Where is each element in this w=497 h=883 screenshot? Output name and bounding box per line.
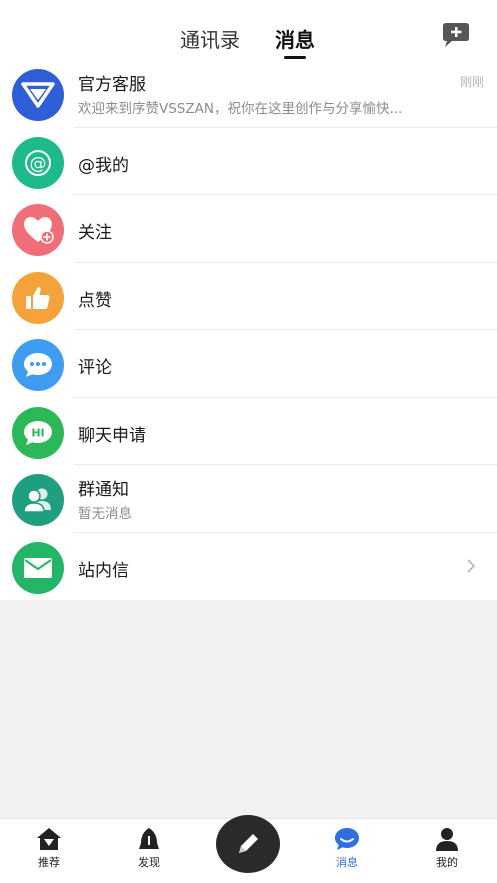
item-title: 群通知 <box>78 480 129 500</box>
list-item-mentions[interactable]: @ @我的 <box>0 128 497 195</box>
profile-icon <box>436 828 458 851</box>
message-icon <box>335 828 359 850</box>
item-title: 站内信 <box>78 560 129 581</box>
hi-bubble-icon: HI <box>12 406 64 459</box>
tab-discover[interactable]: 发现 <box>119 827 179 870</box>
list-item-group-notices[interactable]: 群通知 暂无消息 <box>0 465 497 533</box>
item-title: @我的 <box>78 155 129 176</box>
tab-profile[interactable]: 我的 <box>417 827 477 870</box>
discover-icon <box>139 828 159 849</box>
tab-label: 消息 <box>336 856 358 869</box>
tab-label: 推荐 <box>38 856 60 869</box>
svg-text:@: @ <box>30 154 47 174</box>
top-header: 通讯录 消息 <box>0 0 497 68</box>
item-time: 刚刚 <box>459 75 484 89</box>
thumbs-up-icon <box>12 271 64 324</box>
item-preview: 暂无消息 <box>78 506 132 522</box>
new-chat-button[interactable] <box>440 22 472 50</box>
list-item-chat-requests[interactable]: HI 聊天申请 <box>0 398 497 465</box>
comment-dots-icon <box>12 339 64 391</box>
tab-label: 发现 <box>138 856 160 869</box>
list-item-likes[interactable]: 点赞 <box>0 263 497 330</box>
envelope-icon <box>12 541 64 594</box>
chat-plus-icon <box>443 23 469 47</box>
item-title: 官方客服 <box>78 75 146 95</box>
active-tab-indicator <box>284 56 306 59</box>
tab-messages-nav[interactable]: 消息 <box>317 827 377 870</box>
tab-recommend[interactable]: 推荐 <box>19 827 79 870</box>
at-icon: @ <box>12 136 64 189</box>
list-item-official[interactable]: 官方客服 欢迎来到序赞VSSZAN，祝你在这里创作与分享愉快... 刚刚 <box>0 60 497 128</box>
pencil-icon <box>239 834 258 853</box>
item-title: 点赞 <box>78 290 112 311</box>
compose-button[interactable] <box>216 815 280 873</box>
list-item-inbox[interactable]: 站内信 <box>0 533 497 601</box>
chevron-right-icon <box>467 558 476 573</box>
item-title: 聊天申请 <box>78 425 146 446</box>
list-item-comments[interactable]: 评论 <box>0 330 497 398</box>
tab-label: 我的 <box>436 856 458 869</box>
tab-messages[interactable]: 消息 <box>275 24 315 53</box>
home-icon <box>37 828 61 850</box>
item-title: 关注 <box>78 223 112 243</box>
item-preview: 欢迎来到序赞VSSZAN，祝你在这里创作与分享愉快... <box>78 101 403 117</box>
list-item-follows[interactable]: 关注 <box>0 195 497 263</box>
svg-text:HI: HI <box>31 426 44 439</box>
tab-contacts[interactable]: 通讯录 <box>180 24 240 53</box>
message-list: 官方客服 欢迎来到序赞VSSZAN，祝你在这里创作与分享愉快... 刚刚 @ @… <box>0 60 497 600</box>
vsszan-logo-icon <box>12 69 64 121</box>
group-users-icon <box>12 474 64 526</box>
heart-plus-icon <box>12 204 64 256</box>
item-title: 评论 <box>78 358 112 378</box>
